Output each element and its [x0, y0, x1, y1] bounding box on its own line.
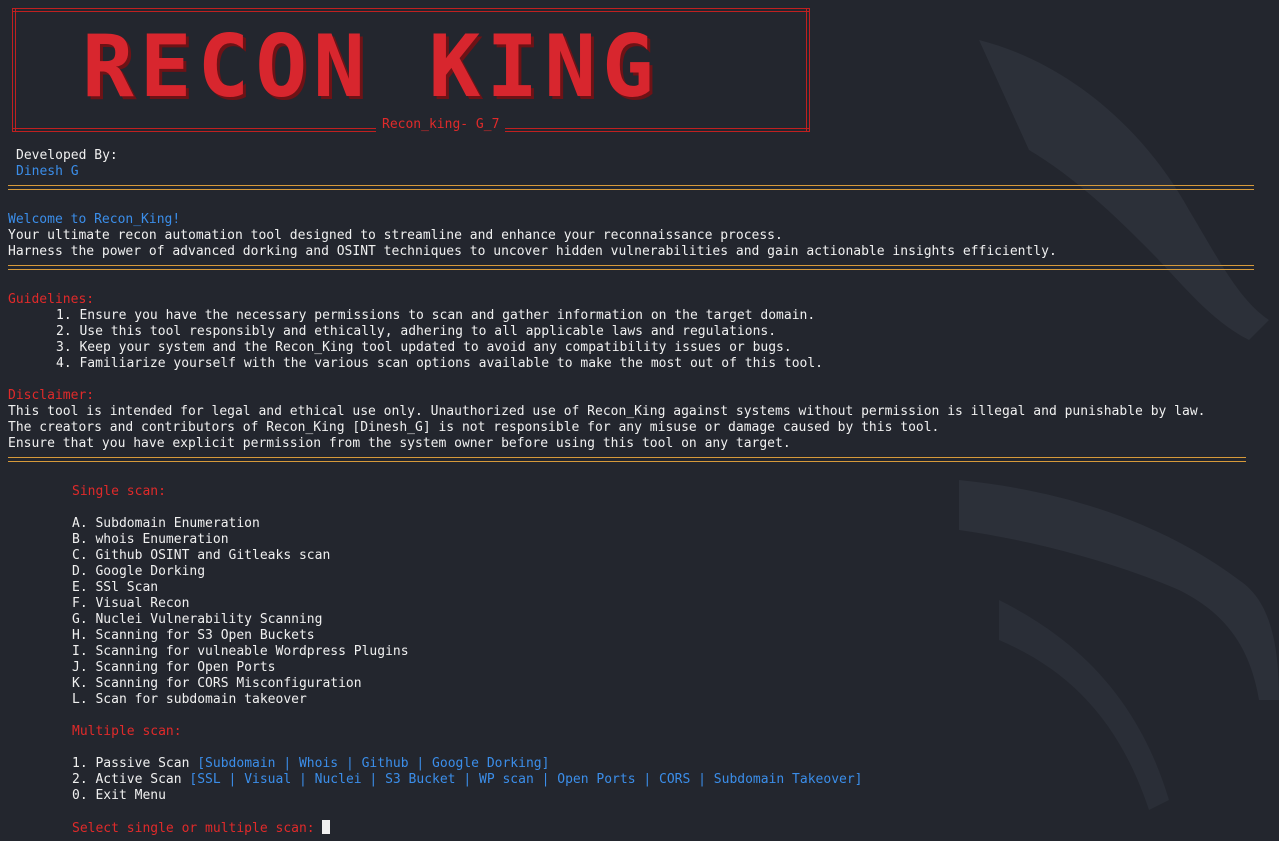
- scan-option: B. whois Enumeration: [72, 532, 229, 547]
- scan-option: A. Subdomain Enumeration: [72, 516, 260, 531]
- welcome-line-1: Your ultimate recon automation tool desi…: [8, 228, 783, 243]
- separator: [8, 185, 1254, 190]
- banner-subtitle: Recon_king- G_7: [376, 117, 506, 133]
- disclaimer-line-1: This tool is intended for legal and ethi…: [8, 404, 1206, 419]
- active-scan-option: 2. Active Scan [SSL | Visual | Nuclei | …: [72, 772, 863, 788]
- guidelines-heading: Guidelines:: [8, 292, 95, 307]
- scan-option: K. Scanning for CORS Misconfiguration: [72, 676, 362, 691]
- scan-option: G. Nuclei Vulnerability Scanning: [72, 612, 323, 627]
- scan-prompt[interactable]: Select single or multiple scan:: [72, 820, 331, 836]
- disclaimer-line-2: The creators and contributors of Recon_K…: [8, 420, 940, 435]
- single-scan-heading: Single scan:: [72, 484, 166, 499]
- scan-option: F. Visual Recon: [72, 596, 190, 611]
- separator: [8, 457, 1246, 462]
- passive-scan-detail: [Subdomain | Whois | Github | Google Dor…: [197, 756, 550, 771]
- guideline-item: 1. Ensure you have the necessary permiss…: [56, 308, 816, 323]
- scan-option: H. Scanning for S3 Open Buckets: [72, 628, 315, 643]
- prompt-text: Select single or multiple scan:: [72, 821, 323, 836]
- active-scan-label: 2. Active Scan: [72, 772, 190, 787]
- disclaimer-line-3: Ensure that you have explicit permission…: [8, 436, 791, 451]
- terminal-window[interactable]: RECON KING Recon_king- G_7 Developed By:…: [0, 0, 1279, 841]
- text-cursor[interactable]: [322, 820, 331, 834]
- passive-scan-label: 1. Passive Scan: [72, 756, 198, 771]
- scan-option: J. Scanning for Open Ports: [72, 660, 276, 675]
- multiple-scan-heading: Multiple scan:: [72, 724, 182, 739]
- scan-option: E. SSl Scan: [72, 580, 159, 595]
- scan-option: C. Github OSINT and Gitleaks scan: [72, 548, 331, 563]
- banner-box: RECON KING Recon_king- G_7: [12, 8, 810, 133]
- welcome-line-2: Harness the power of advanced dorking an…: [8, 244, 1057, 259]
- developer-label: Developed By:: [16, 148, 118, 163]
- exit-menu-option: 0. Exit Menu: [72, 788, 166, 803]
- guideline-item: 3. Keep your system and the Recon_King t…: [56, 340, 792, 355]
- welcome-heading: Welcome to Recon_King!: [8, 212, 181, 227]
- developer-name: Dinesh G: [16, 164, 79, 179]
- scan-option: I. Scanning for vulneable Wordpress Plug…: [72, 644, 409, 659]
- passive-scan-option: 1. Passive Scan [Subdomain | Whois | Git…: [72, 756, 549, 772]
- active-scan-detail: [SSL | Visual | Nuclei | S3 Bucket | WP …: [189, 772, 863, 787]
- banner-title: RECON KING: [82, 17, 660, 117]
- separator: [8, 265, 1254, 270]
- guideline-item: 2. Use this tool responsibly and ethical…: [56, 324, 777, 339]
- scan-option: D. Google Dorking: [72, 564, 206, 579]
- guideline-item: 4. Familiarize yourself with the various…: [56, 356, 824, 371]
- scan-option: L. Scan for subdomain takeover: [72, 692, 307, 707]
- disclaimer-heading: Disclaimer:: [8, 388, 95, 403]
